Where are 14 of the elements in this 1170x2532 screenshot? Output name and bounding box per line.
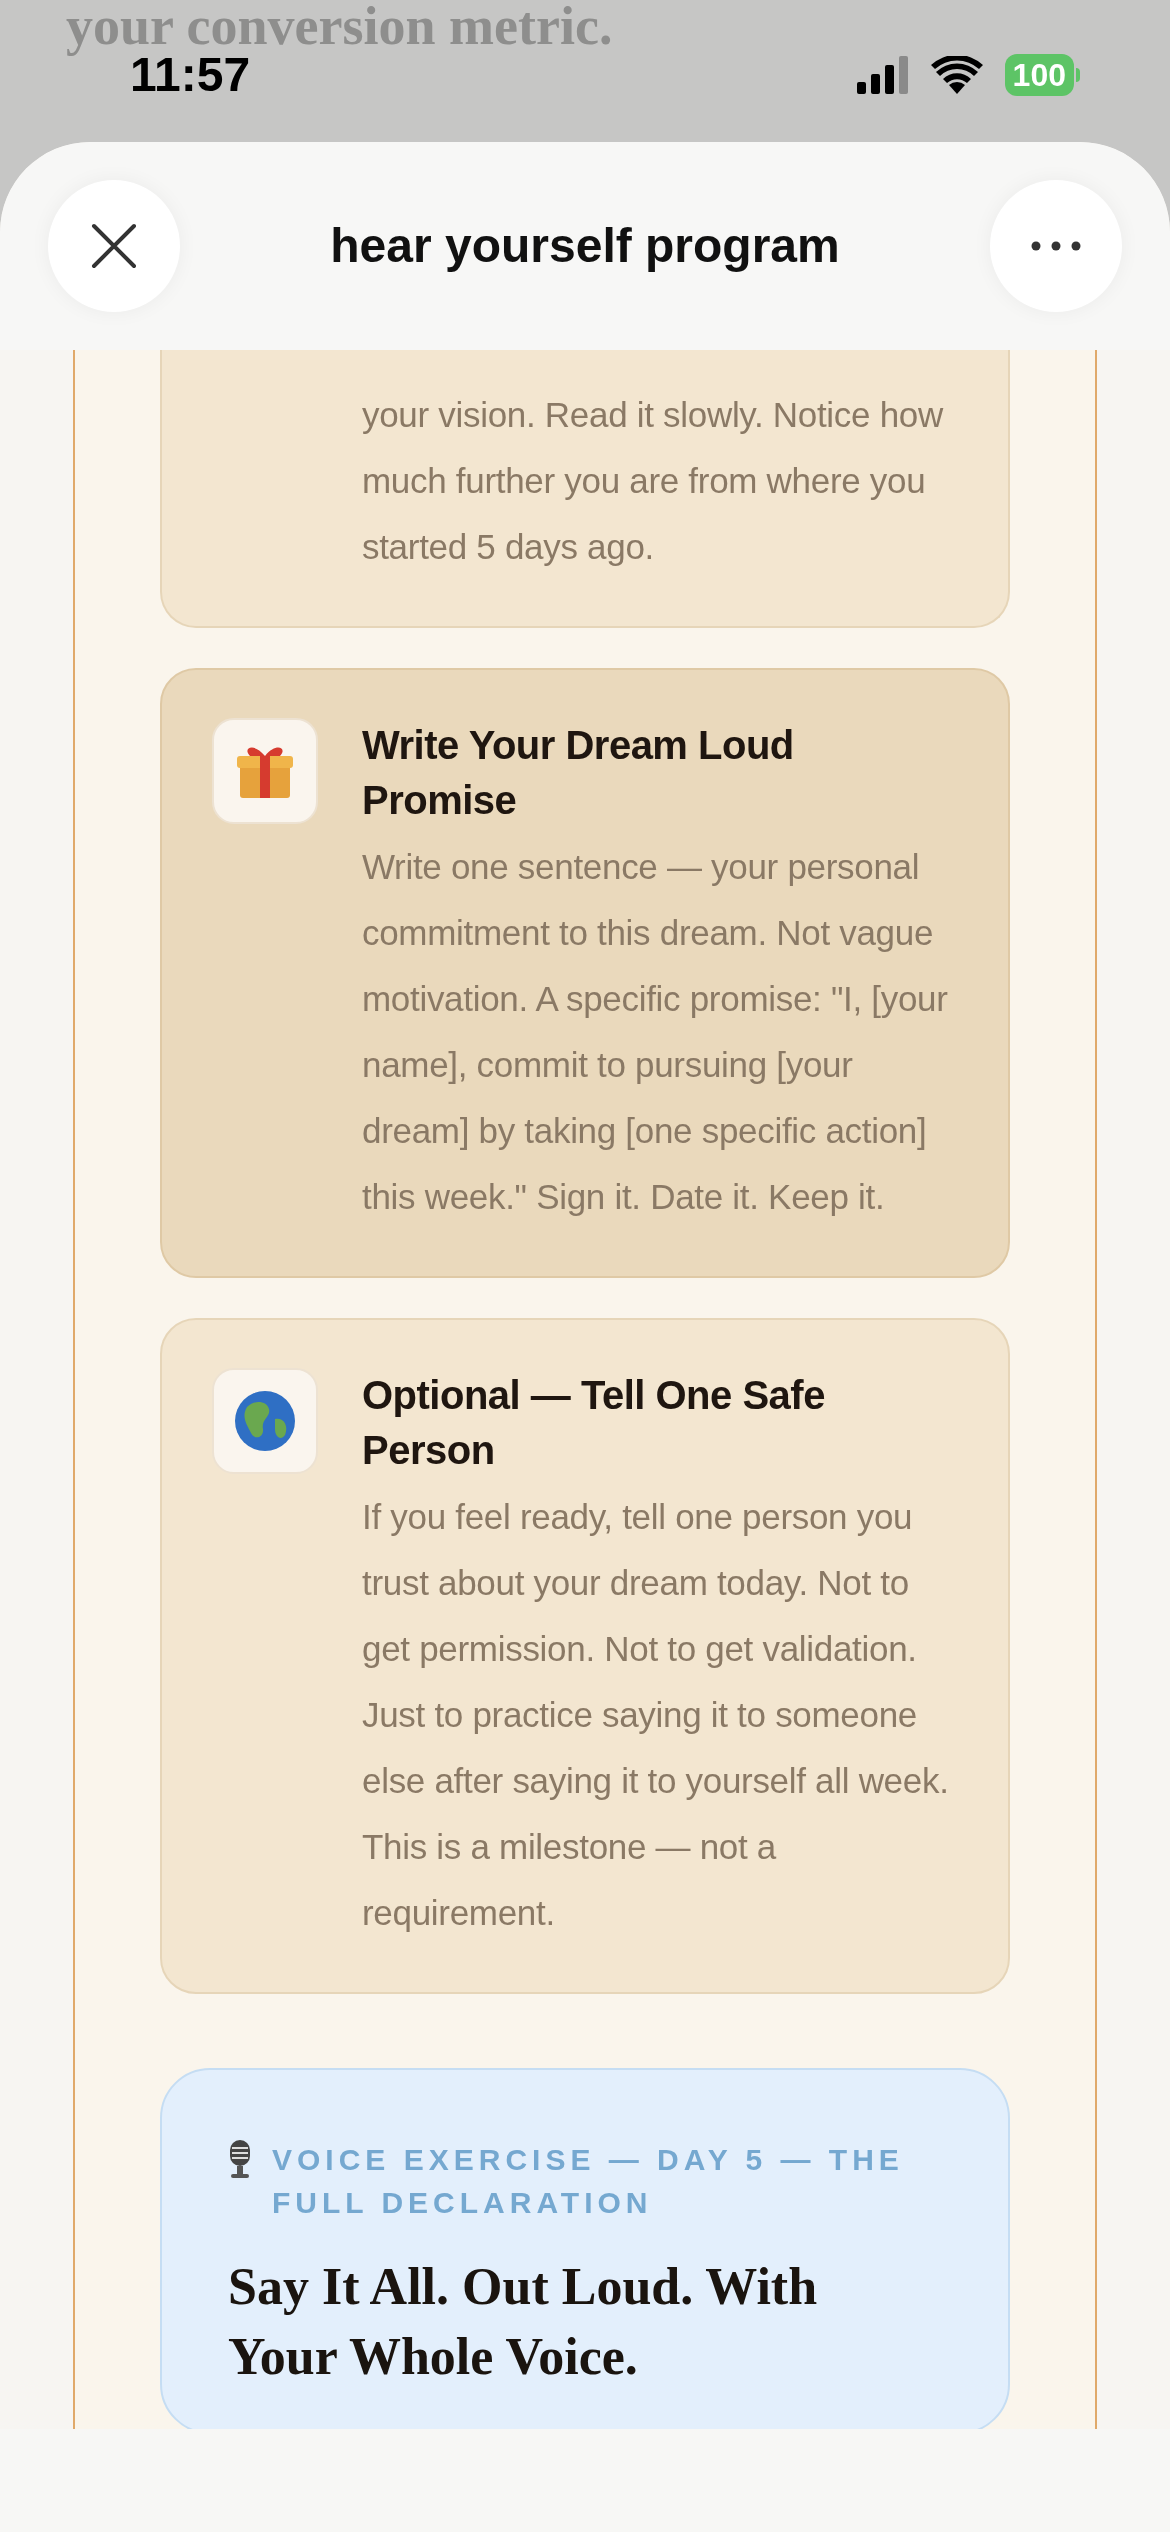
close-icon: [91, 223, 137, 269]
step-title: Optional — Tell One Safe Person: [362, 1372, 826, 1474]
sheet-title: hear yourself program: [330, 218, 840, 274]
more-icon: [1031, 241, 1081, 251]
step-title: Write Your Dream Loud Promise: [362, 722, 795, 824]
step-description: your vision. Read it slowly. Notice how much further you are from where you started 5 days ago.: [362, 394, 945, 568]
signal-icon: [856, 56, 909, 94]
exercise-label: VOICE EXERCISE — DAY 5 — THE FULL DECLARATION: [272, 2142, 905, 2221]
globe-icon: [233, 1389, 297, 1453]
step-description: Write one sentence — your personal commitment to this dream. Not vague motivation. A specific promise: "I, [your name], commit to pursuing [your dream] by taking [one specific action] this week." Sign it. Date it. Keep it.: [362, 846, 949, 1218]
wifi-icon: [930, 56, 983, 94]
exercise-title: Say It All. Out Loud. With Your Whole Voice.: [228, 2257, 819, 2387]
step-description: If you feel ready, tell one person you trust about your dream today. Not to get permission. Not to get validation. Just to practice saying it to someone else after saying it to yourself all week. This is a milestone — not a requirement.: [362, 1496, 950, 1934]
microphone-icon: [228, 2140, 252, 2178]
